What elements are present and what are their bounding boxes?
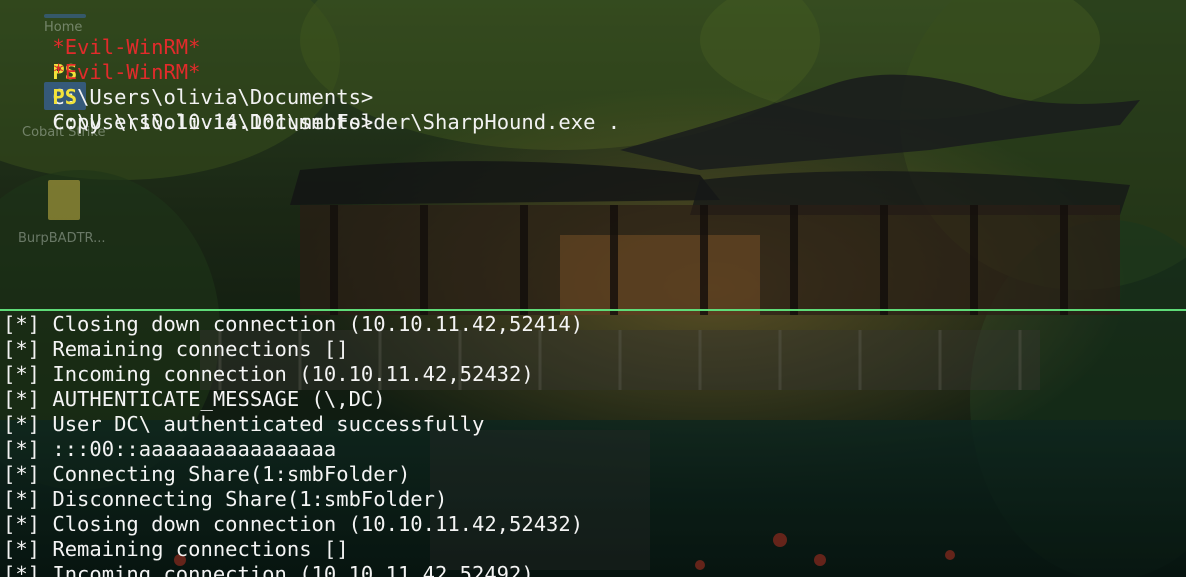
terminal-line[interactable]: *Evil-WinRM* PS C:\Users\olivia\Document…	[3, 35, 373, 134]
log-line: [*] Connecting Share(1:smbFolder)	[3, 462, 411, 486]
terminal-pane-bottom[interactable]: [*] Closing down connection (10.10.11.42…	[0, 312, 1186, 577]
log-line: [*] Incoming connection (10.10.11.42,524…	[3, 362, 534, 386]
log-line: [*] Remaining connections []	[3, 337, 349, 361]
prompt-path: C:\Users\olivia\Documents>	[52, 85, 374, 109]
pane-divider[interactable]	[0, 309, 1186, 311]
log-line: [*] User DC\ authenticated successfully	[3, 412, 485, 436]
prompt-session-name: *Evil-WinRM*	[52, 60, 201, 84]
log-line: [*] Closing down connection (10.10.11.42…	[3, 512, 584, 536]
terminal-pane-top[interactable]: *Evil-WinRM* PS C:\Users\olivia\Document…	[0, 0, 1186, 308]
prompt-path: C:\Users\olivia\Documents>	[52, 110, 374, 134]
log-line: [*] Closing down connection (10.10.11.42…	[3, 312, 584, 336]
log-line: [*] Incoming connection (10.10.11.42,524…	[3, 562, 534, 577]
terminal-line: *Evil-WinRM* PS C:\Users\olivia\Document…	[3, 10, 620, 134]
prompt-ps-label: PS	[52, 85, 78, 109]
log-line: [*] Disconnecting Share(1:smbFolder)	[3, 487, 448, 511]
log-line: [*] AUTHENTICATE_MESSAGE (\,DC)	[3, 387, 386, 411]
log-line: [*] :::00::aaaaaaaaaaaaaaaa	[3, 437, 337, 461]
log-line: [*] Remaining connections []	[3, 537, 349, 561]
